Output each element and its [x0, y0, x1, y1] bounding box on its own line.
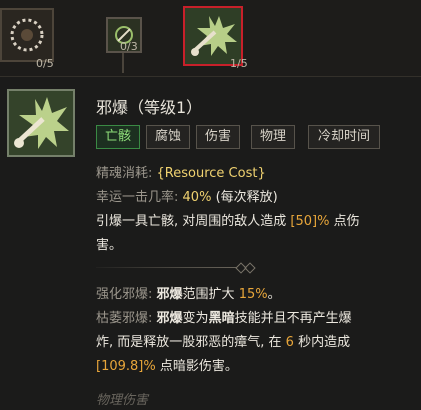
skill-slot-3[interactable]: 1/5 — [183, 0, 249, 76]
corpse-explosion-icon — [185, 8, 241, 64]
blighted-text-2: 技能并且不再产生爆 — [234, 311, 352, 326]
blighted-text-5: 点暗影伤害。 — [159, 359, 238, 374]
tag-corpse: 亡骸 — [96, 125, 140, 149]
blighted-darkness: 黑暗 — [208, 311, 235, 326]
tag-cooldown: 冷却时间 — [308, 125, 380, 149]
skill-slot-2[interactable]: 0/3 — [100, 0, 150, 76]
blighted-line-3: [109.8]% 点暗影伤害。 — [96, 355, 238, 374]
blighted-label: 枯萎邪爆: — [96, 311, 153, 326]
lucky-hit-label: 幸运一击几率: — [96, 190, 179, 205]
blighted-damage-value: [109.8]% — [96, 359, 156, 374]
tag-damage: 伤害 — [196, 125, 240, 149]
blighted-text-3: 炸, 而是释放一股邪恶的瘴气, 在 — [96, 335, 282, 350]
description-line-1: 引爆一具亡骸, 对周围的敌人造成 [50]% 点伤 — [96, 210, 360, 229]
skill-slot-1-count: 0/5 — [36, 57, 54, 70]
blighted-line-1: 枯萎邪爆: 邪爆变为黑暗技能并且不再产生爆 — [96, 307, 352, 326]
resource-cost-value: {Resource Cost} — [156, 166, 266, 181]
enhancement-end: 。 — [267, 287, 281, 302]
resource-cost-line: 精魂消耗: {Resource Cost} — [96, 162, 266, 181]
resource-cost-label: 精魂消耗: — [96, 166, 153, 181]
tag-corrosion: 腐蚀 — [146, 125, 190, 149]
blighted-line-2: 炸, 而是释放一股邪恶的瘴气, 在 6 秒内造成 — [96, 331, 350, 350]
description-line-2: 害。 — [96, 234, 122, 253]
damage-type-footer: 物理伤害 — [96, 393, 149, 408]
skill-slot-1[interactable]: 0/5 — [0, 0, 60, 76]
enhancement-label: 强化邪爆: — [96, 287, 153, 302]
section-divider — [96, 262, 256, 274]
description-text-b: 点伤 — [333, 214, 360, 229]
blighted-text-4: 秒内造成 — [298, 335, 351, 350]
enhancement-skill-name: 邪爆 — [156, 287, 183, 302]
enhancement-line: 强化邪爆: 邪爆范围扩大 15%。 — [96, 283, 281, 302]
corpse-explosion-large-icon — [7, 89, 75, 157]
lucky-hit-note: (每次释放) — [215, 190, 278, 205]
enhancement-text: 范围扩大 — [182, 287, 235, 302]
skill-tree-row: 0/5 0/3 1/5 — [0, 0, 421, 76]
description-text-a: 引爆一具亡骸, 对周围的敌人造成 — [96, 214, 287, 229]
bone-ring-icon — [10, 18, 44, 52]
lucky-hit-value: 40% — [182, 190, 212, 205]
skill-slot-2-count: 0/3 — [120, 40, 138, 53]
blighted-skill-name: 邪爆 — [156, 311, 183, 326]
skill-slot-3-count: 1/5 — [230, 57, 248, 70]
skill-title: 邪爆（等级1） — [96, 98, 203, 117]
description-text-c: 害。 — [96, 238, 123, 253]
lucky-hit-line: 幸运一击几率: 40% (每次释放) — [96, 186, 278, 205]
description-damage-value: [50]% — [290, 214, 330, 229]
blighted-text-1: 变为 — [182, 311, 209, 326]
tag-physical: 物理 — [251, 125, 295, 149]
blighted-duration-value: 6 — [285, 335, 294, 350]
enhancement-value: 15% — [238, 287, 268, 302]
